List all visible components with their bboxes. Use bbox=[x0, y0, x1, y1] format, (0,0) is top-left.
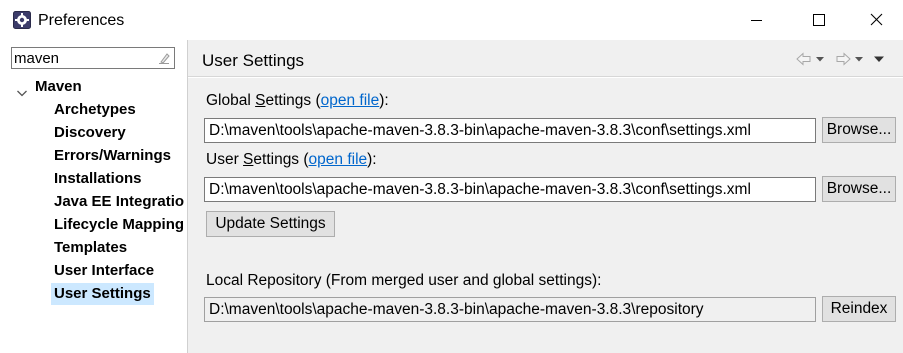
tree-item-installations[interactable]: Installations bbox=[51, 168, 145, 190]
user-settings-mnemonic: S bbox=[243, 151, 254, 168]
update-settings-button[interactable]: Update Settings bbox=[206, 211, 335, 237]
maximize-icon bbox=[813, 14, 825, 26]
reindex-button[interactable]: Reindex bbox=[822, 296, 896, 322]
clear-filter-icon[interactable] bbox=[157, 51, 171, 65]
global-settings-open-file-link[interactable]: open file bbox=[321, 92, 380, 109]
global-settings-browse-button[interactable]: Browse... bbox=[822, 117, 896, 143]
tree-item-discovery[interactable]: Discovery bbox=[51, 122, 129, 144]
back-arrow-icon[interactable] bbox=[796, 52, 811, 66]
back-dropdown-icon[interactable] bbox=[816, 57, 824, 62]
close-button[interactable] bbox=[860, 6, 892, 34]
tree-item-user-interface[interactable]: User Interface bbox=[51, 260, 157, 282]
tree-item-user-settings[interactable]: User Settings bbox=[51, 283, 154, 305]
tree-item-java-ee-integration[interactable]: Java EE Integration bbox=[51, 191, 184, 213]
forward-dropdown-icon[interactable] bbox=[855, 57, 863, 62]
page-navigation bbox=[794, 50, 898, 68]
user-settings-label-part: User bbox=[206, 151, 244, 168]
preference-page: User Settings Global Settings (open file… bbox=[188, 40, 903, 353]
title-bar: Preferences bbox=[0, 0, 903, 40]
tree-node-label: Maven bbox=[35, 78, 82, 95]
global-settings-label-end: ): bbox=[379, 92, 389, 109]
page-title: User Settings bbox=[202, 51, 305, 70]
local-repository-path: D:\maven\tools\apache-maven-3.8.3-bin\ap… bbox=[204, 297, 816, 322]
preferences-sidebar: Maven Archetypes Discovery Errors/Warnin… bbox=[0, 40, 187, 353]
window-title: Preferences bbox=[38, 12, 125, 29]
global-settings-path-input[interactable]: D:\maven\tools\apache-maven-3.8.3-bin\ap… bbox=[204, 118, 816, 143]
tree-node-maven[interactable]: Maven bbox=[0, 76, 187, 98]
view-menu-icon[interactable] bbox=[874, 56, 884, 63]
local-repository-label: Local Repository (From merged user and g… bbox=[206, 272, 602, 289]
filter-input[interactable] bbox=[14, 49, 154, 67]
minimize-icon bbox=[751, 20, 762, 21]
filter-field[interactable] bbox=[11, 47, 175, 69]
user-settings-label-part: ettings ( bbox=[253, 151, 309, 168]
chevron-down-icon[interactable] bbox=[16, 83, 28, 97]
user-settings-path-input[interactable]: D:\maven\tools\apache-maven-3.8.3-bin\ap… bbox=[204, 177, 816, 202]
global-settings-label-part: Global bbox=[206, 92, 256, 109]
user-settings-label-end: ): bbox=[367, 151, 377, 168]
tree-item-lifecycle-mappings[interactable]: Lifecycle Mappings bbox=[51, 214, 184, 236]
global-settings-label-part: ettings ( bbox=[265, 92, 321, 109]
tree-item-templates[interactable]: Templates bbox=[51, 237, 130, 259]
tree-item-errors-warnings[interactable]: Errors/Warnings bbox=[51, 145, 174, 167]
close-icon bbox=[870, 13, 883, 26]
global-settings-label: Global Settings (open file): bbox=[206, 91, 389, 111]
user-settings-browse-button[interactable]: Browse... bbox=[822, 176, 896, 202]
eclipse-gear-icon bbox=[13, 11, 31, 29]
global-settings-mnemonic: S bbox=[255, 92, 266, 109]
user-settings-open-file-link[interactable]: open file bbox=[309, 151, 368, 168]
tree-item-archetypes[interactable]: Archetypes bbox=[51, 99, 139, 121]
minimize-button[interactable] bbox=[740, 6, 772, 34]
forward-arrow-icon[interactable] bbox=[836, 52, 851, 66]
user-settings-label: User Settings (open file): bbox=[206, 150, 377, 170]
maximize-button[interactable] bbox=[802, 6, 834, 34]
